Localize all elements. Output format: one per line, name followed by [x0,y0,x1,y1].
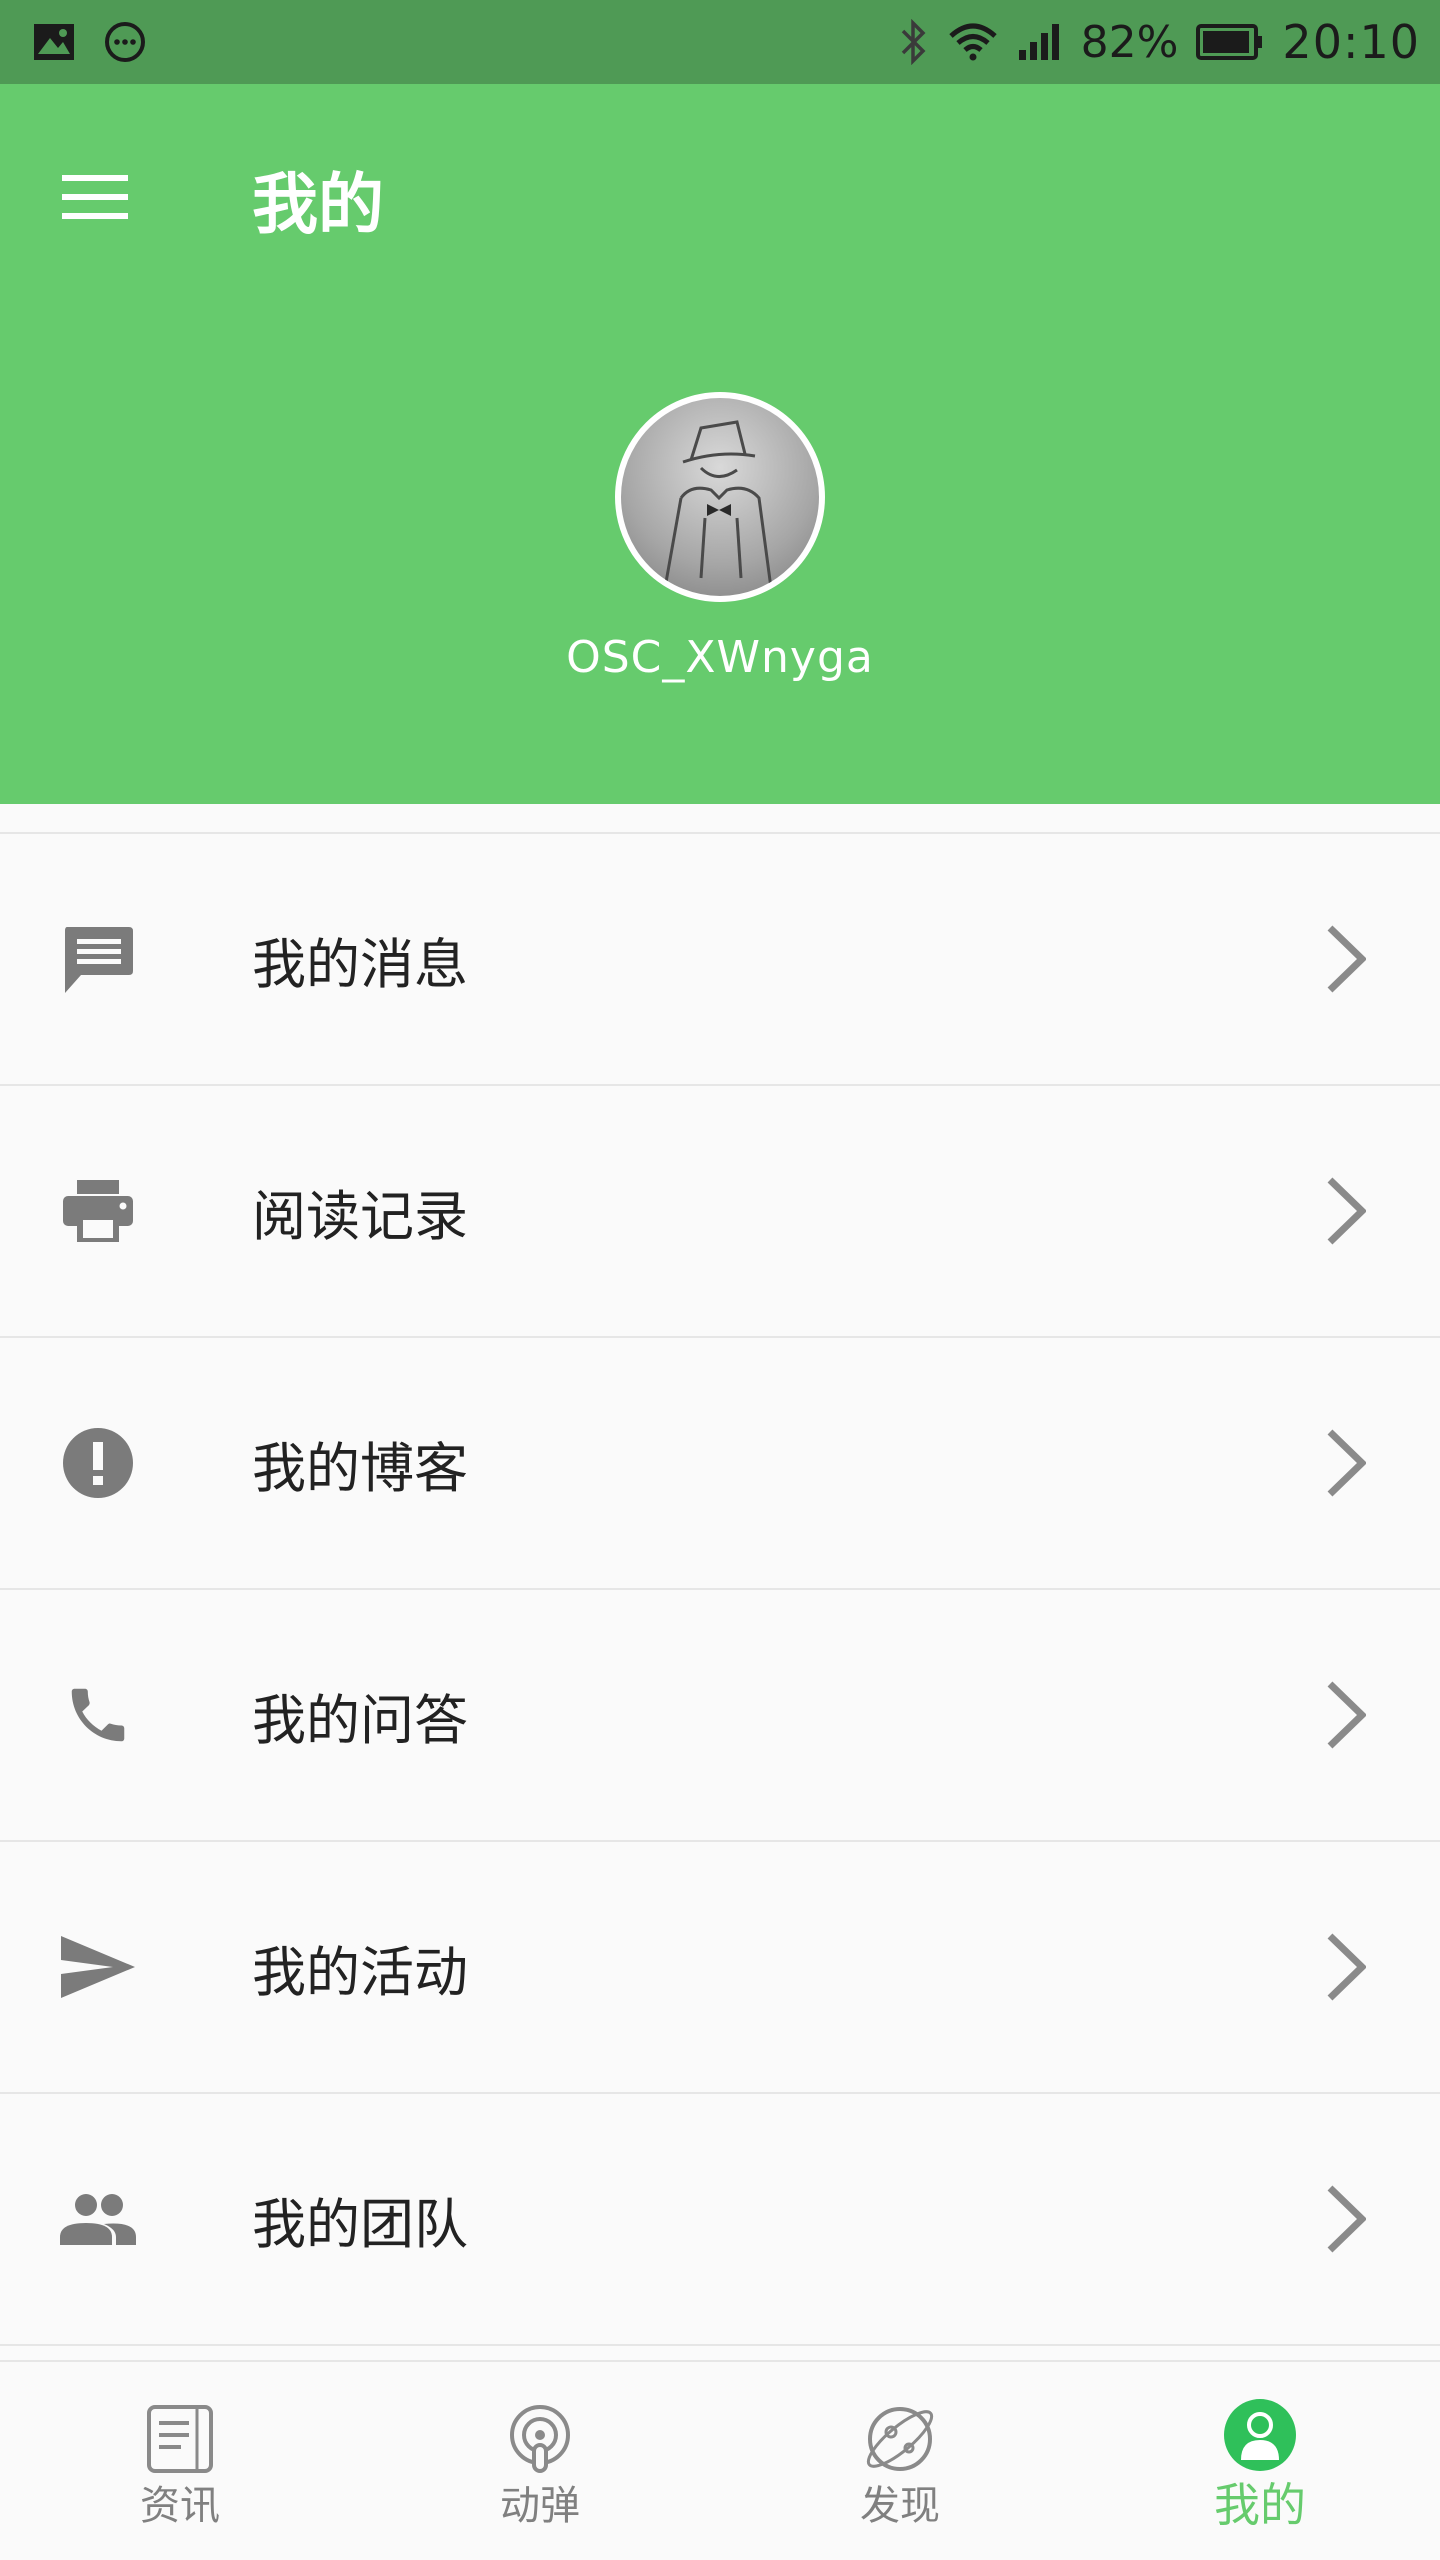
hamburger-icon [62,173,128,225]
battery-icon [1196,24,1264,60]
chevron-right-icon [1322,1171,1370,1251]
avatar[interactable] [615,392,825,602]
status-bar: 82% 20:10 [0,0,1440,84]
menu-item-reading-history[interactable]: 阅读记录 [0,1086,1440,1338]
menu-item-label: 我的活动 [252,1940,468,2004]
chevron-right-icon [1322,2179,1370,2259]
page-title: 我的 [252,166,384,243]
people-icon [58,2179,138,2259]
printer-icon [58,1171,138,1251]
wifi-icon [947,22,999,62]
nav-item-news[interactable]: 资讯 [0,2362,360,2560]
alert-circle-icon [58,1423,138,1503]
menu-item-label: 我的博客 [252,1436,468,1500]
menu-item-label: 我的消息 [252,932,468,996]
chevron-right-icon [1322,1423,1370,1503]
menu-item-label: 我的团队 [252,2192,468,2256]
chevron-right-icon [1322,1927,1370,2007]
signal-icon [1017,22,1063,62]
status-time: 20:10 [1282,15,1420,69]
chevron-right-icon [1322,1675,1370,1755]
phone-icon [58,1675,138,1755]
chevron-right-icon [1322,919,1370,999]
status-left [32,21,146,63]
nav-label: 我的 [1214,2478,1306,2532]
nav-label: 动弹 [500,2483,580,2529]
menu-item-label: 我的问答 [252,1688,468,1752]
nav-item-tweet[interactable]: 动弹 [360,2362,720,2560]
nav-label: 发现 [860,2483,940,2529]
bottom-nav: 资讯 动弹 发现 我的 [0,2360,1440,2560]
username[interactable]: OSC_XWnyga [0,632,1440,683]
news-icon [142,2401,218,2477]
tweet-icon [502,2401,578,2477]
nav-label: 资讯 [140,2483,220,2529]
menu-button[interactable] [40,144,150,254]
nav-item-profile[interactable]: 我的 [1080,2362,1440,2560]
profile-icon [1222,2397,1298,2473]
menu-item-qa[interactable]: 我的问答 [0,1590,1440,1842]
profile-header: 我的 OSC_XWnyga [0,84,1440,804]
battery-percent: 82% [1080,16,1179,68]
menu-item-blog[interactable]: 我的博客 [0,1338,1440,1590]
message-dots-icon [104,21,146,63]
nav-item-discover[interactable]: 发现 [720,2362,1080,2560]
bluetooth-icon [899,19,929,65]
send-icon [58,1927,138,2007]
menu-item-label: 阅读记录 [252,1184,468,1248]
message-icon [58,919,138,999]
discover-icon [862,2401,938,2477]
avatar-illustration [663,420,773,589]
menu-item-messages[interactable]: 我的消息 [0,834,1440,1086]
menu-item-events[interactable]: 我的活动 [0,1842,1440,2094]
status-right: 82% 20:10 [899,15,1420,69]
image-icon [32,22,76,62]
menu-list: 我的消息 阅读记录 我的博客 我的问答 我的活动 我的团队 [0,832,1440,2346]
menu-item-team[interactable]: 我的团队 [0,2094,1440,2346]
